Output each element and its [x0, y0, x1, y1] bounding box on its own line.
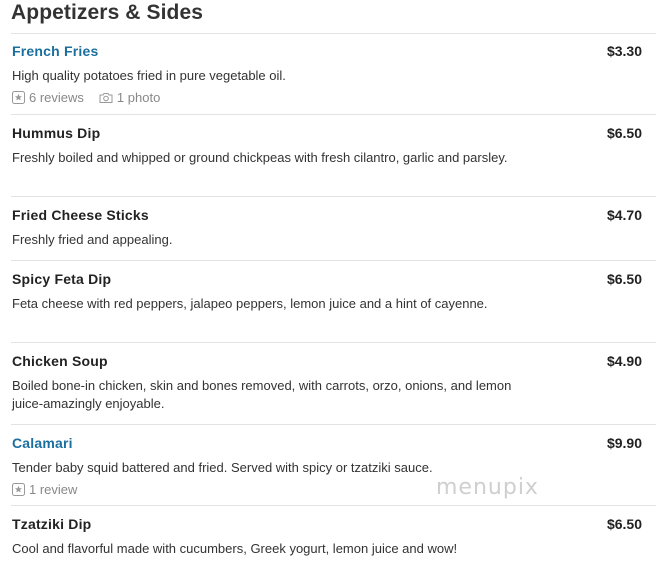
item-price: $3.30 — [606, 43, 642, 59]
menu-item-calamari: Calamari $9.90 Tender baby squid battere… — [11, 425, 656, 506]
menu-item-chicken-soup: Chicken Soup $4.90 Boiled bone-in chicke… — [11, 343, 656, 425]
item-description: Boiled bone-in chicken, skin and bones r… — [12, 378, 512, 411]
item-price: $9.90 — [606, 435, 642, 451]
menu-list: French Fries $3.30 High quality potatoes… — [11, 33, 656, 566]
item-price: $4.90 — [606, 353, 642, 369]
item-price: $6.50 — [606, 516, 642, 532]
item-price: $6.50 — [606, 271, 642, 287]
item-description: Cool and flavorful made with cucumbers, … — [12, 541, 458, 556]
item-meta: 6 reviews 1 photo — [12, 90, 175, 105]
camera-icon — [99, 93, 113, 103]
item-name: Chicken Soup — [12, 353, 108, 369]
menu-item-french-fries: French Fries $3.30 High quality potatoes… — [11, 33, 656, 115]
item-name: Tzatziki Dip — [12, 516, 92, 532]
photos-count: 1 photo — [116, 90, 161, 105]
item-meta: 1 review — [12, 482, 92, 497]
item-price: $4.70 — [606, 207, 642, 223]
menu-item-fried-cheese-sticks: Fried Cheese Sticks $4.70 Freshly fried … — [11, 197, 656, 261]
item-price: $6.50 — [606, 125, 642, 141]
star-badge-icon — [12, 483, 25, 496]
item-description: High quality potatoes fried in pure vege… — [12, 68, 286, 83]
photos-link[interactable]: 1 photo — [99, 90, 160, 105]
item-name-link[interactable]: French Fries — [12, 43, 98, 59]
menu-item-tzatziki-dip: Tzatziki Dip $6.50 Cool and flavorful ma… — [11, 506, 656, 566]
star-badge-icon — [12, 91, 25, 104]
reviews-link[interactable]: 6 reviews — [12, 90, 84, 105]
item-name: Spicy Feta Dip — [12, 271, 112, 287]
section-title: Appetizers & Sides — [11, 1, 204, 24]
item-name-link[interactable]: Calamari — [12, 435, 73, 451]
item-name: Hummus Dip — [12, 125, 101, 141]
reviews-count: 6 reviews — [29, 90, 84, 105]
reviews-link[interactable]: 1 review — [12, 482, 77, 497]
item-name: Fried Cheese Sticks — [12, 207, 149, 223]
reviews-count: 1 review — [29, 482, 78, 497]
menu-item-hummus-dip: Hummus Dip $6.50 Freshly boiled and whip… — [11, 115, 656, 197]
menupix-watermark: menupix — [436, 475, 539, 500]
item-description: Freshly fried and appealing. — [12, 232, 173, 247]
item-description: Feta cheese with red peppers, jalapeo pe… — [12, 296, 488, 311]
menu-item-spicy-feta-dip: Spicy Feta Dip $6.50 Feta cheese with re… — [11, 261, 656, 343]
item-description: Freshly boiled and whipped or ground chi… — [12, 150, 508, 165]
